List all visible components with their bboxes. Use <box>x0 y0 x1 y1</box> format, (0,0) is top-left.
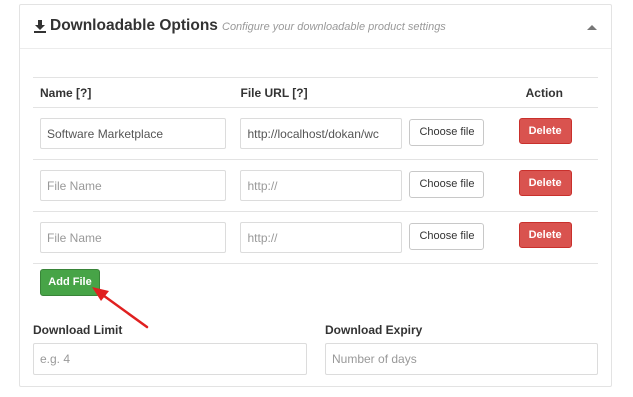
choose-file-button[interactable]: Choose file <box>409 119 485 146</box>
delete-button[interactable]: Delete <box>518 118 572 144</box>
download-expiry-label: Download Expiry <box>325 323 423 337</box>
caret-up-icon[interactable] <box>587 25 597 30</box>
downloadable-options-panel: Downloadable Options Configure your down… <box>19 4 612 387</box>
panel-header[interactable]: Downloadable Options Configure your down… <box>20 5 611 49</box>
action-column-header: Action <box>518 77 598 108</box>
url-column-header: File URL [?] <box>233 77 519 108</box>
table-row: Choose file Delete <box>33 159 598 212</box>
file-url-input[interactable] <box>240 170 403 201</box>
files-table: Name [?] File URL [?] Action Choose file… <box>33 77 598 264</box>
download-expiry-input[interactable] <box>325 343 598 375</box>
download-icon <box>34 20 46 33</box>
file-name-input[interactable] <box>40 118 226 149</box>
download-limit-input[interactable] <box>33 343 307 375</box>
file-name-input[interactable] <box>40 170 226 201</box>
table-header-row: Name [?] File URL [?] Action <box>33 77 598 108</box>
file-url-input[interactable] <box>240 222 403 253</box>
name-column-header: Name [?] <box>33 77 234 108</box>
file-url-input[interactable] <box>240 118 403 149</box>
delete-button[interactable]: Delete <box>518 170 572 196</box>
file-name-input[interactable] <box>40 222 226 253</box>
choose-file-button[interactable]: Choose file <box>409 223 485 250</box>
add-file-button[interactable]: Add File <box>40 269 100 296</box>
panel-title: Downloadable Options <box>50 17 218 34</box>
choose-file-button[interactable]: Choose file <box>409 171 485 198</box>
download-limit-label: Download Limit <box>33 323 123 337</box>
delete-button[interactable]: Delete <box>518 222 572 248</box>
panel-subtitle: Configure your downloadable product sett… <box>222 21 446 33</box>
table-row: Choose file Delete <box>33 211 598 264</box>
table-row: Choose file Delete <box>33 107 598 160</box>
